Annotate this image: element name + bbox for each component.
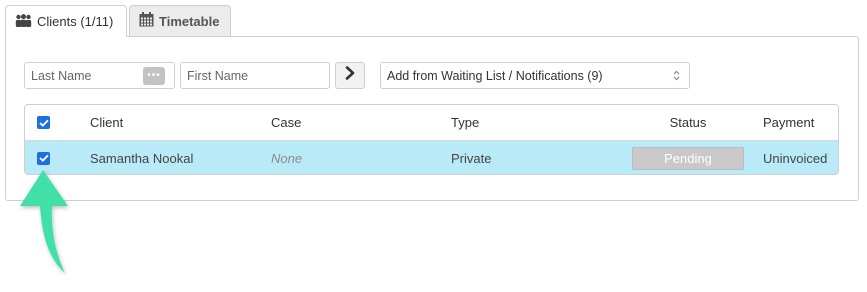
column-header-status[interactable]: Status <box>631 105 745 140</box>
payment-value: Uninvoiced <box>763 150 828 166</box>
table-row[interactable]: Samantha Nookal None Private Pending Uni… <box>25 141 838 174</box>
column-header-payment[interactable]: Payment <box>763 105 814 140</box>
column-header-client[interactable]: Client <box>90 105 123 140</box>
checkmark-icon <box>38 154 49 162</box>
first-name-input[interactable] <box>187 68 329 83</box>
row-checkbox[interactable] <box>37 151 50 165</box>
people-icon <box>15 13 32 30</box>
pointer-arrow-icon <box>14 168 80 288</box>
case-value: None <box>271 150 303 166</box>
calendar-icon <box>139 12 154 30</box>
chevron-right-icon <box>345 66 355 85</box>
type-value: Private <box>451 150 492 166</box>
more-options-button[interactable]: ••• <box>143 67 165 85</box>
last-name-field[interactable]: ••• <box>24 62 175 89</box>
status-badge[interactable]: Pending <box>632 146 744 170</box>
status-cell: Pending <box>631 141 745 174</box>
waiting-list-select-value: Add from Waiting List / Notifications (9… <box>387 68 603 83</box>
column-header-case[interactable]: Case <box>271 105 301 140</box>
first-name-field[interactable] <box>180 62 330 89</box>
select-all-checkbox[interactable] <box>37 116 50 129</box>
tab-timetable-label: Timetable <box>159 13 220 29</box>
clients-table: Client Case Type Status Payment Samantha… <box>24 104 839 175</box>
tab-clients[interactable]: Clients (1/11) <box>5 5 127 37</box>
table-header-row: Client Case Type Status Payment <box>25 105 838 141</box>
tab-timetable[interactable]: Timetable <box>129 5 231 36</box>
select-all-checkbox-cell <box>37 105 50 140</box>
checkmark-icon <box>38 119 49 127</box>
client-name[interactable]: Samantha Nookal <box>90 141 193 174</box>
select-caret-icon <box>673 69 680 82</box>
column-header-type[interactable]: Type <box>451 105 479 140</box>
tab-clients-label: Clients (1/11) <box>37 14 114 29</box>
search-go-button[interactable] <box>335 62 365 89</box>
waiting-list-select[interactable]: Add from Waiting List / Notifications (9… <box>380 62 690 89</box>
